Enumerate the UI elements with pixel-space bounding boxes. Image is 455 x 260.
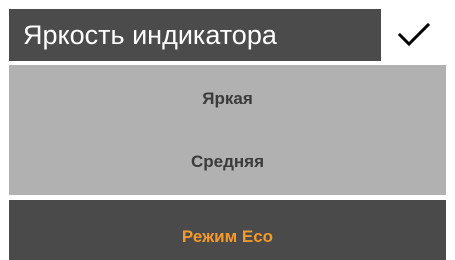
option-medium[interactable]: Средняя (9, 152, 446, 172)
options-list: Яркая Средняя (9, 65, 446, 195)
checkmark-icon (397, 22, 430, 47)
page-title: Яркость индикатора (9, 9, 381, 61)
header: Яркость индикатора (9, 9, 446, 61)
option-bright[interactable]: Яркая (9, 89, 446, 109)
confirm-button[interactable] (381, 9, 446, 61)
indicator-brightness-screen: Яркость индикатора Яркая Средняя Режим E… (0, 0, 455, 260)
option-eco-mode-selected[interactable]: Режим Eco (9, 200, 446, 260)
